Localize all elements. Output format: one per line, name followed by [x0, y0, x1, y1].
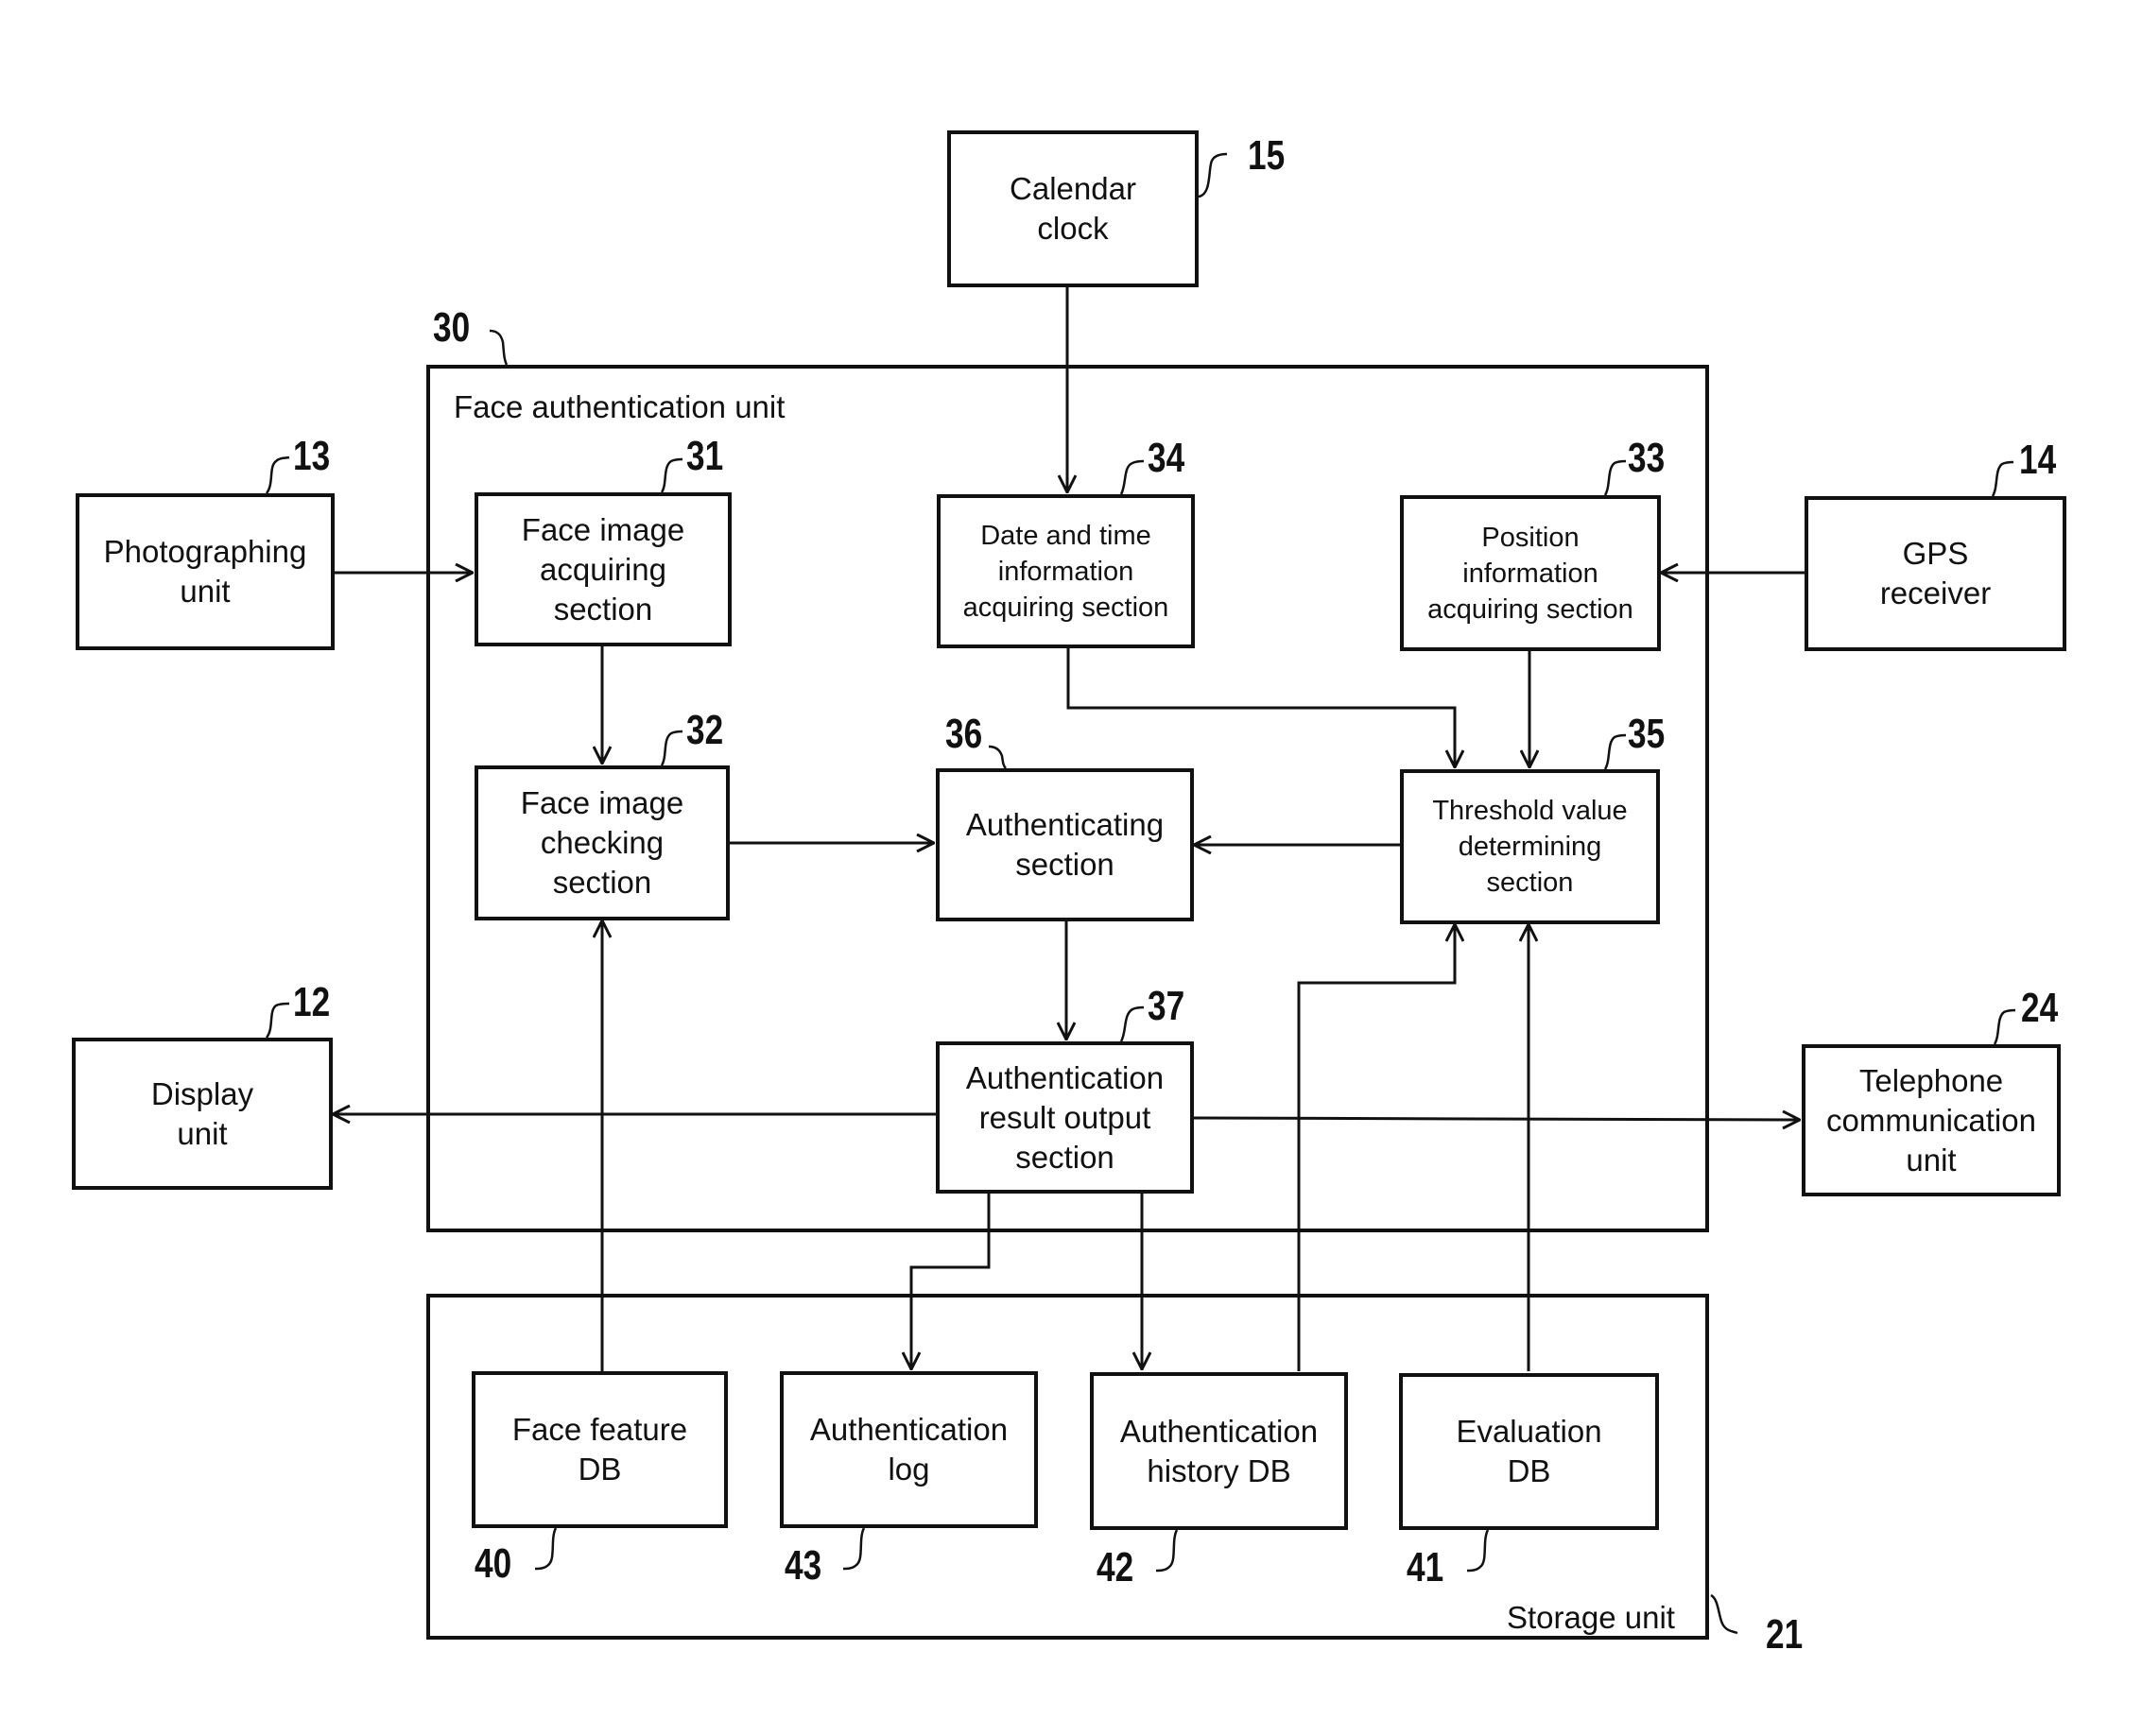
telephone-communication-unit-block: Telephone communication unit	[1802, 1044, 2061, 1196]
display-unit-block: Display unit	[72, 1038, 333, 1190]
position-information-label: Position information acquiring section	[1427, 522, 1633, 625]
authentication-history-db: Authentication history DB	[1090, 1372, 1348, 1530]
date-time-information-acquiring-section: Date and time information acquiring sect…	[937, 494, 1195, 648]
gps-receiver-block: GPS receiver	[1805, 496, 2066, 651]
gps-receiver-label: GPS receiver	[1879, 536, 1992, 610]
ref-14: 14	[2019, 437, 2057, 483]
leader-15	[1198, 152, 1228, 198]
leader-21	[1710, 1593, 1738, 1635]
ref-32: 32	[686, 707, 724, 753]
face-image-checking-section: Face image checking section	[475, 765, 730, 920]
leader-13	[265, 455, 290, 494]
leader-30	[489, 329, 509, 366]
leader-24	[1993, 1008, 2016, 1045]
authentication-log-label: Authentication log	[809, 1412, 1009, 1487]
authentication-history-db-label: Authentication history DB	[1119, 1413, 1319, 1488]
ref-41: 41	[1407, 1544, 1444, 1590]
threshold-value-label: Threshold value determining section	[1432, 796, 1628, 898]
authentication-log: Authentication log	[780, 1371, 1038, 1528]
photographing-unit-label: Photographing unit	[103, 534, 307, 609]
face-image-acquiring-label: Face image acquiring section	[521, 511, 685, 627]
face-feature-db-label: Face feature DB	[511, 1412, 688, 1487]
photographing-unit-block: Photographing unit	[76, 493, 335, 650]
leader-12	[265, 1002, 290, 1039]
authentication-result-output-section: Authentication result output section	[936, 1041, 1194, 1194]
ref-36: 36	[945, 711, 983, 757]
ref-15: 15	[1248, 132, 1286, 179]
storage-unit-label: Storage unit	[1507, 1600, 1675, 1635]
telephone-communication-unit-label: Telephone communication unit	[1826, 1062, 2036, 1177]
ref-37: 37	[1148, 983, 1185, 1029]
threshold-value-determining-section: Threshold value determining section	[1400, 769, 1660, 924]
evaluation-db-label: Evaluation DB	[1456, 1414, 1602, 1488]
calendar-clock-label: Calendar clock	[1010, 171, 1136, 246]
ref-30: 30	[433, 304, 471, 351]
date-time-information-label: Date and time information acquiring sect…	[962, 520, 1169, 623]
leader-14	[1991, 460, 2014, 497]
ref-43: 43	[785, 1542, 822, 1589]
authenticating-label: Authenticating section	[965, 807, 1165, 882]
calendar-clock-block: Calendar clock	[947, 130, 1199, 287]
ref-21: 21	[1766, 1611, 1804, 1658]
ref-35: 35	[1628, 711, 1666, 757]
display-unit-label: Display unit	[150, 1075, 254, 1151]
ref-42: 42	[1097, 1544, 1134, 1590]
face-image-acquiring-section: Face image acquiring section	[475, 492, 732, 646]
ref-31: 31	[686, 433, 724, 479]
ref-34: 34	[1148, 435, 1185, 481]
face-feature-db: Face feature DB	[472, 1371, 728, 1528]
face-image-checking-label: Face image checking section	[520, 785, 684, 900]
position-information-acquiring-section: Position information acquiring section	[1400, 495, 1661, 651]
ref-12: 12	[293, 979, 331, 1025]
ref-24: 24	[2021, 985, 2059, 1031]
ref-40: 40	[475, 1540, 512, 1587]
authenticating-section: Authenticating section	[936, 768, 1194, 921]
authentication-result-output-label: Authentication result output section	[965, 1059, 1165, 1175]
ref-33: 33	[1628, 435, 1666, 481]
evaluation-db: Evaluation DB	[1399, 1373, 1659, 1530]
ref-13: 13	[293, 433, 331, 479]
face-authentication-unit-label: Face authentication unit	[454, 389, 786, 424]
